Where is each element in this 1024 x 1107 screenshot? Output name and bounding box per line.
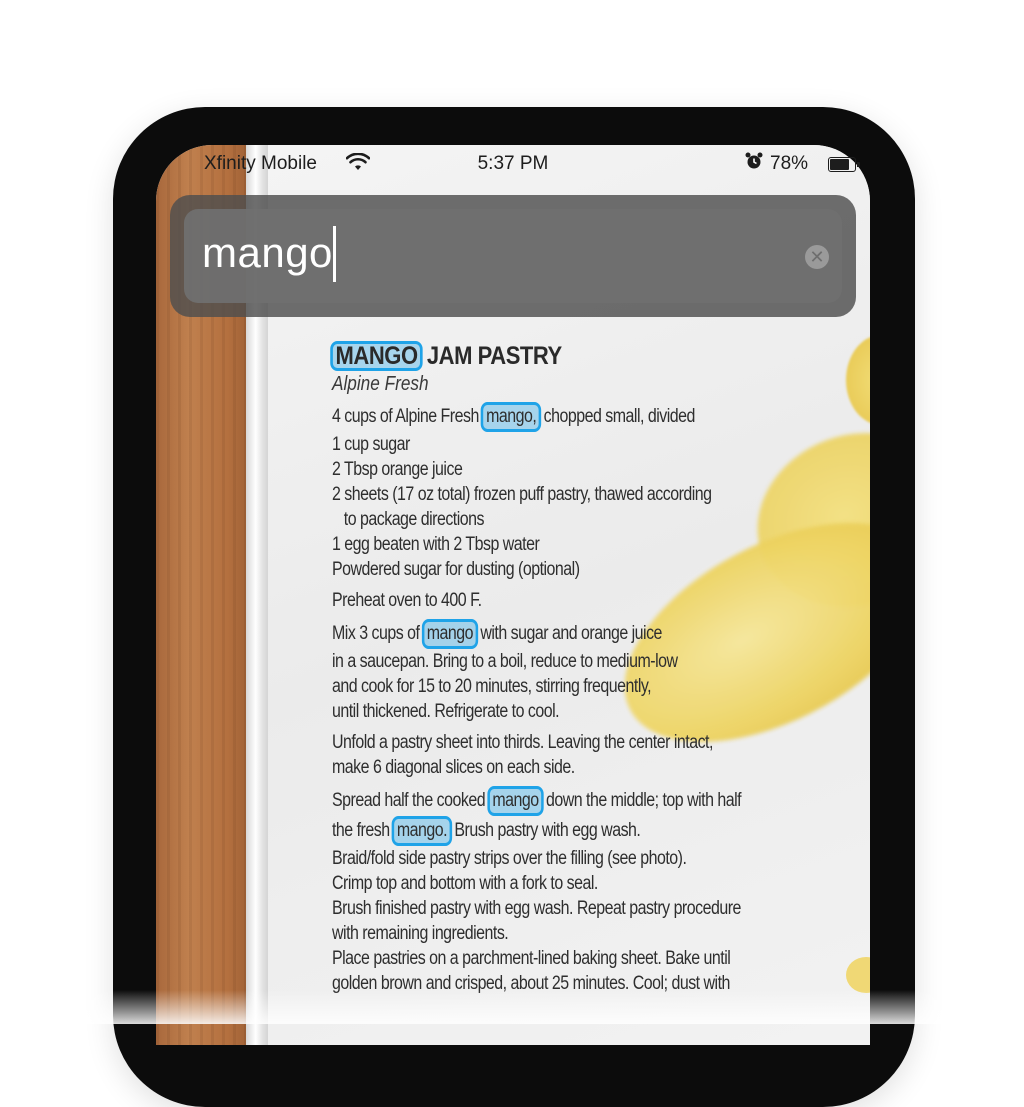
text-cursor (333, 226, 336, 282)
search-query-text[interactable]: mango (202, 229, 333, 277)
instruction-line: Mix 3 cups of mango with sugar and orang… (332, 619, 784, 649)
recipe-title: MANGO JAM PASTRY (330, 340, 805, 372)
ingredient-line: to package directions (343, 509, 485, 530)
instruction-line: and cook for 15 to 20 minutes, stirring … (332, 676, 652, 697)
instruction-line: Preheat oven to 400 F. (332, 590, 482, 611)
clear-icon[interactable]: ✕ (805, 245, 829, 269)
recipe-subtitle: Alpine Fresh (332, 373, 429, 395)
ingredient-line: 1 cup sugar (332, 434, 410, 455)
instruction-line: make 6 diagonal slices on each side. (332, 757, 575, 778)
ingredient-line: Powdered sugar for dusting (optional) (332, 559, 580, 580)
ingredient-line: 2 sheets (17 oz total) frozen puff pastr… (332, 484, 712, 505)
status-bar: Xfinity Mobile 5:37 PM 78% (156, 145, 870, 183)
instruction-line: with remaining ingredients. (332, 923, 509, 944)
ingredient-line: 1 egg beaten with 2 Tbsp water (332, 534, 540, 555)
search-match-highlight[interactable]: mango (421, 619, 479, 649)
instruction-line: Braid/fold side pastry strips over the f… (332, 848, 687, 869)
instruction-line: Place pastries on a parchment-lined baki… (332, 948, 731, 969)
battery-icon (828, 157, 860, 172)
instruction-line: until thickened. Refrigerate to cool. (332, 701, 560, 722)
instruction-line: Unfold a pastry sheet into thirds. Leavi… (332, 732, 713, 753)
instruction-line: in a saucepan. Bring to a boil, reduce t… (332, 651, 678, 672)
search-match-highlight[interactable]: mango, (481, 402, 542, 432)
search-match-highlight[interactable]: mango. (391, 816, 453, 846)
bottom-fade (0, 990, 1024, 1024)
ingredient-line: 4 cups of Alpine Fresh mango, chopped sm… (332, 402, 784, 432)
ingredient-line: 2 Tbsp orange juice (332, 459, 463, 480)
recipe-text: MANGO JAM PASTRY Alpine Fresh 4 cups of … (330, 340, 870, 996)
instruction-line: Crimp top and bottom with a fork to seal… (332, 873, 598, 894)
instruction-line: Brush finished pastry with egg wash. Rep… (332, 898, 741, 919)
instruction-line: Spread half the cooked mango down the mi… (332, 786, 784, 816)
battery-percent: 78% (770, 153, 809, 174)
search-match-highlight[interactable]: MANGO (330, 341, 423, 371)
alarm-clock-icon (744, 151, 764, 177)
search-match-highlight[interactable]: mango (487, 786, 544, 816)
instruction-line: the fresh mango. Brush pastry with egg w… (332, 816, 784, 846)
